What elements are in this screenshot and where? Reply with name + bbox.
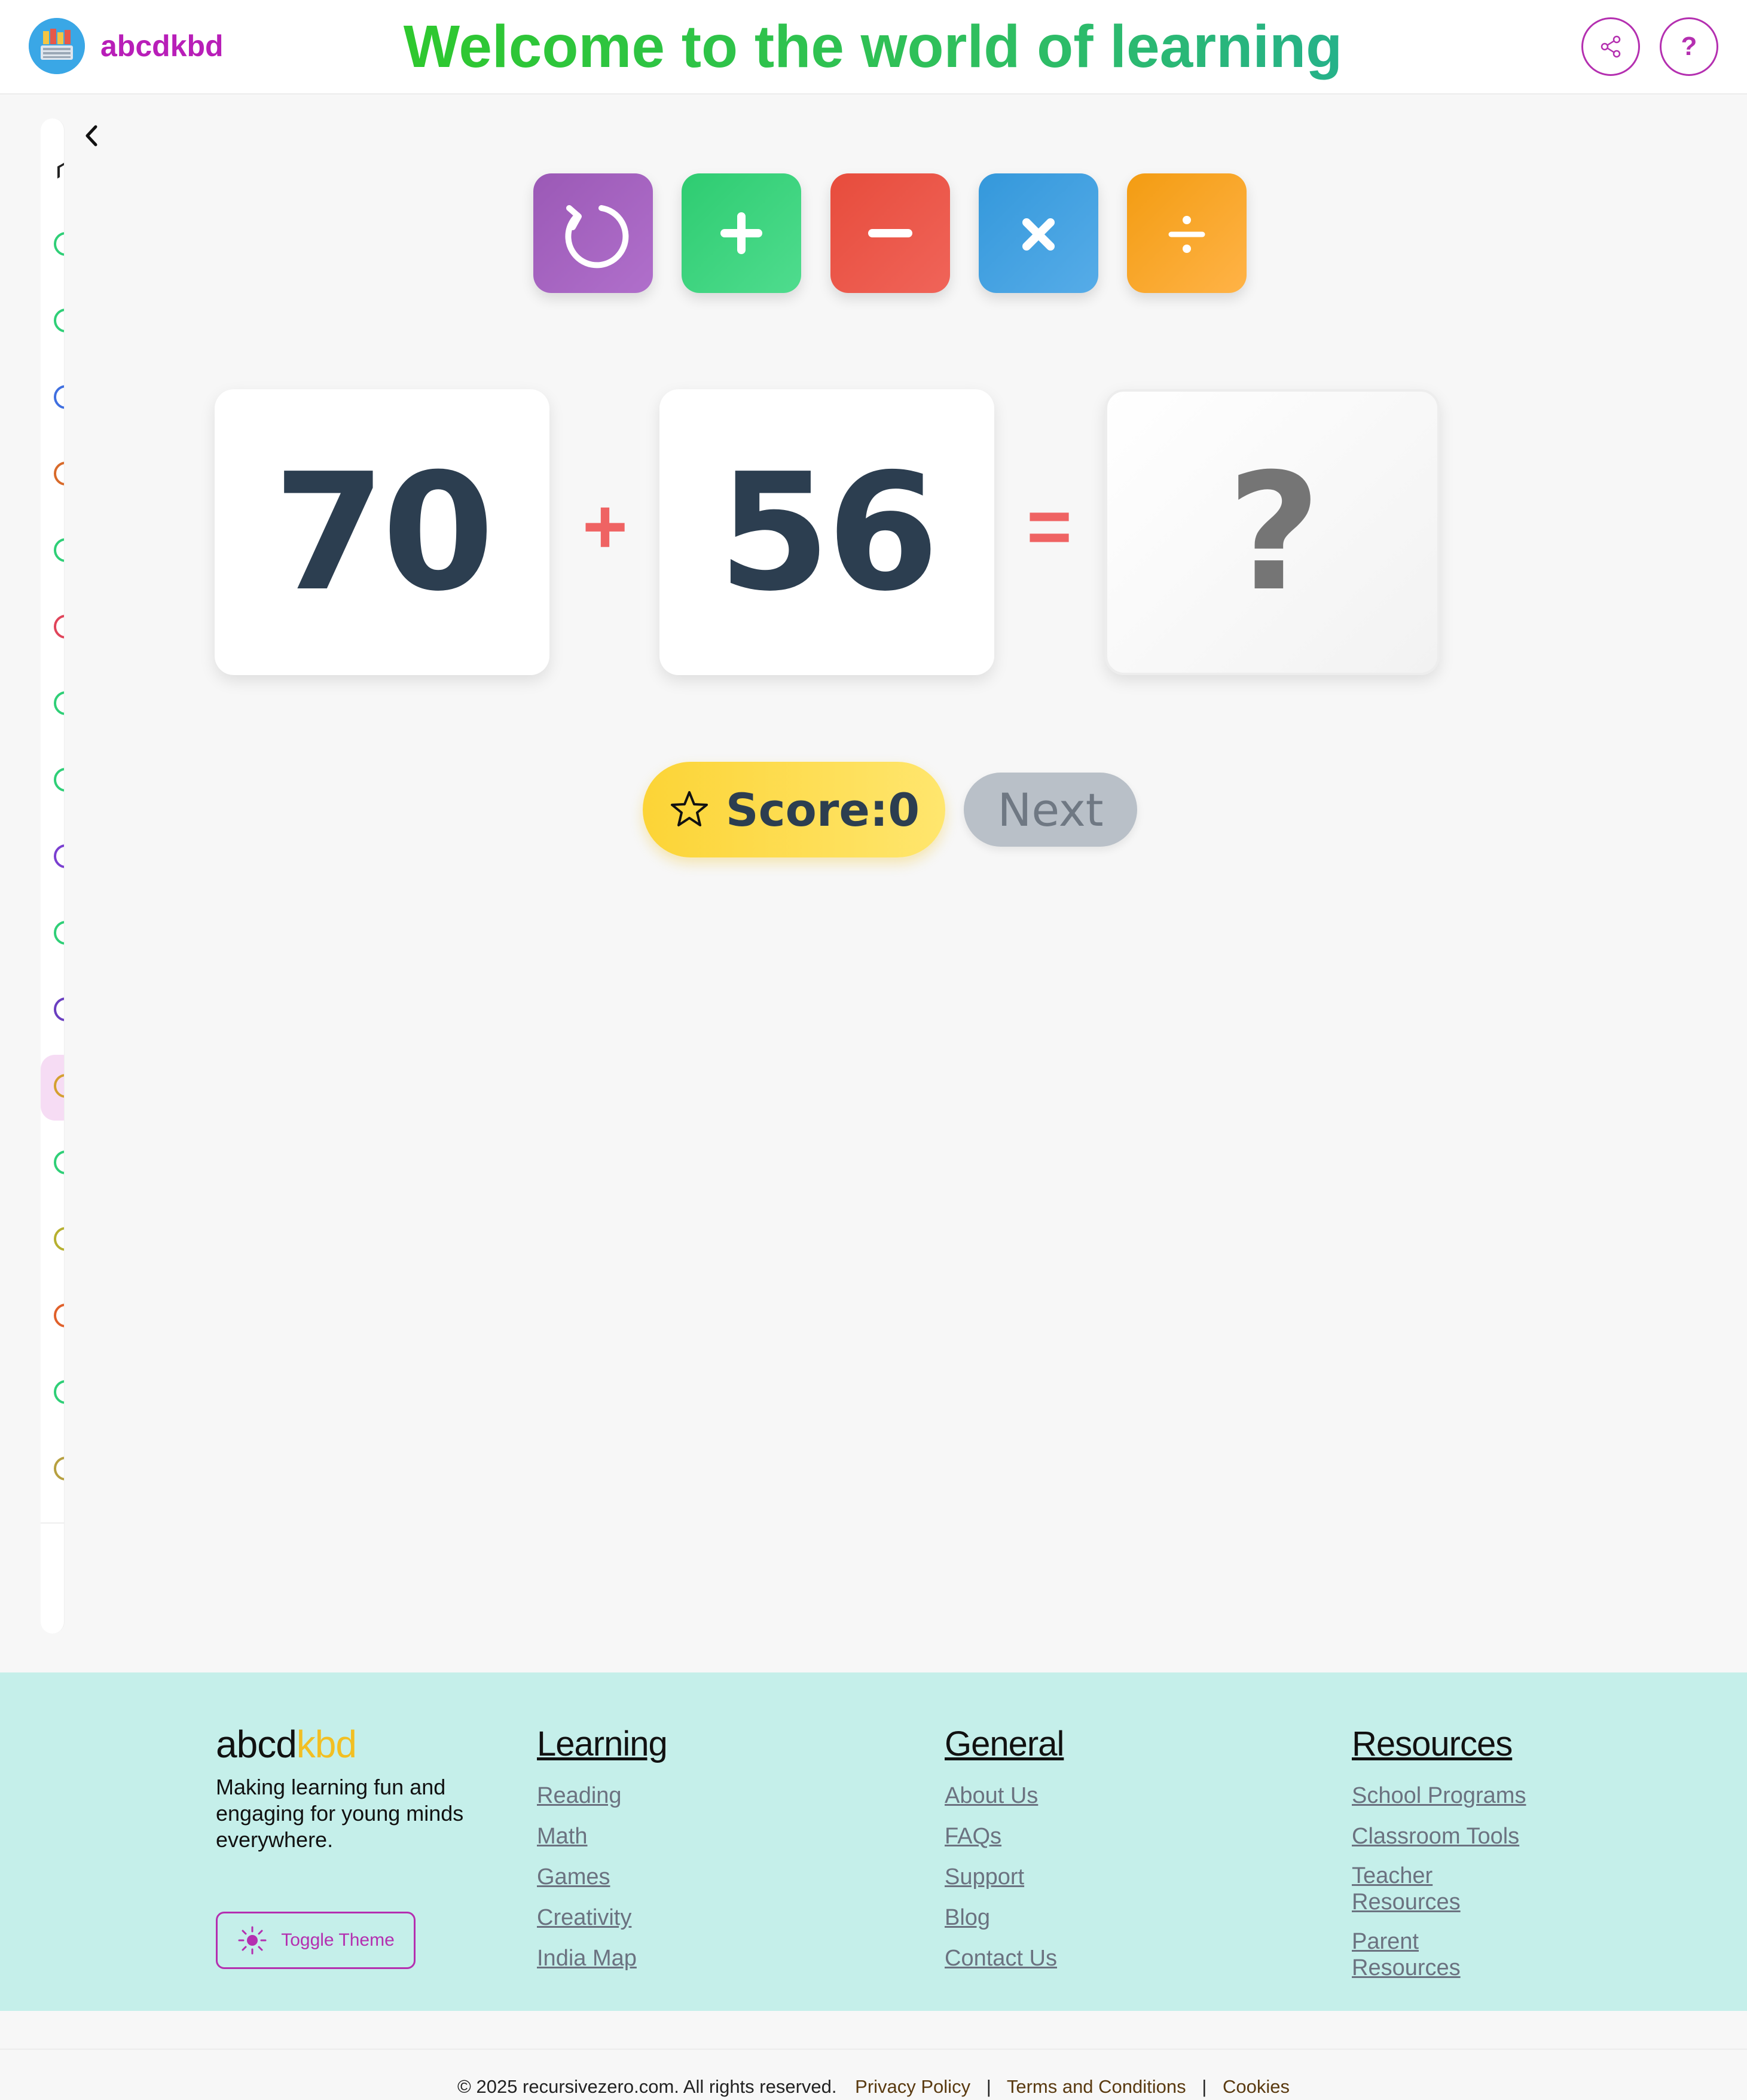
plus-icon bbox=[720, 212, 762, 254]
star-icon bbox=[670, 791, 708, 826]
footer-column-resources: Resources School Programs Classroom Tool… bbox=[1352, 1720, 1555, 1981]
sidebar-item-icon[interactable] bbox=[54, 1457, 64, 1481]
footer-link-school-programs[interactable]: School Programs bbox=[1352, 1782, 1555, 1809]
sidebar-item-icon[interactable] bbox=[54, 921, 64, 945]
home-icon[interactable] bbox=[57, 161, 64, 179]
reset-icon bbox=[565, 205, 629, 268]
sidebar-item-icon[interactable] bbox=[54, 1150, 64, 1174]
footer-link-creativity[interactable]: Creativity bbox=[537, 1904, 667, 1931]
toggle-theme-label: Toggle Theme bbox=[281, 1930, 395, 1950]
share-icon bbox=[1601, 35, 1621, 58]
footer-brand: abcdkbd bbox=[216, 1720, 357, 1768]
sidebar-item-icon[interactable] bbox=[54, 1304, 64, 1327]
add-operation-button[interactable] bbox=[682, 173, 801, 293]
privacy-policy-link[interactable]: Privacy Policy bbox=[855, 2076, 970, 2097]
first-operand-card: 70 bbox=[215, 389, 549, 675]
sidebar-item-icon[interactable] bbox=[54, 309, 64, 332]
footer-tagline: Making learning fun and engaging for you… bbox=[216, 1775, 464, 1852]
footer-link-blog[interactable]: Blog bbox=[945, 1904, 1064, 1931]
second-operand-card: 56 bbox=[659, 389, 994, 675]
sidebar-item-icon[interactable] bbox=[54, 232, 64, 256]
equals-sign: = bbox=[1027, 483, 1072, 570]
sidebar-item-icon[interactable] bbox=[54, 538, 64, 562]
operator-sign: + bbox=[582, 483, 628, 570]
share-button[interactable] bbox=[1581, 17, 1640, 76]
sidebar-item-icon[interactable] bbox=[54, 997, 64, 1021]
footer-heading-resources[interactable]: Resources bbox=[1352, 1720, 1555, 1768]
footer-brand-accent: kbd bbox=[296, 1723, 357, 1766]
sidebar-item-icon[interactable] bbox=[54, 385, 64, 409]
bottom-divider bbox=[0, 2049, 1747, 2050]
sidebar-item-icon[interactable] bbox=[54, 1227, 64, 1251]
footer-link-reading[interactable]: Reading bbox=[537, 1782, 667, 1809]
score-text: Score:0 bbox=[725, 783, 920, 837]
sidebar-item-icon[interactable] bbox=[54, 462, 64, 486]
footer: abcdkbd Making learning fun and engaging… bbox=[0, 1672, 1747, 2011]
footer-link-parent-resources[interactable]: Parent Resources bbox=[1352, 1928, 1483, 1981]
next-button[interactable]: Next bbox=[964, 773, 1137, 847]
footer-brand-main: abcd bbox=[216, 1723, 297, 1766]
sidebar-divider bbox=[41, 1522, 64, 1524]
footer-heading-learning[interactable]: Learning bbox=[537, 1720, 668, 1768]
footer-link-support[interactable]: Support bbox=[945, 1864, 1064, 1890]
sidebar-item-icon[interactable] bbox=[54, 615, 64, 639]
footer-link-about-us[interactable]: About Us bbox=[945, 1782, 1064, 1809]
separator: | bbox=[1202, 2076, 1207, 2097]
minus-icon bbox=[868, 229, 912, 237]
toggle-theme-button[interactable]: Toggle Theme bbox=[216, 1912, 416, 1969]
terms-link[interactable]: Terms and Conditions bbox=[1007, 2076, 1186, 2097]
page-title: Welcome to the world of learning bbox=[359, 11, 1387, 83]
sidebar-item-icon[interactable] bbox=[54, 768, 64, 792]
divide-icon bbox=[1168, 216, 1205, 253]
logo-icon[interactable] bbox=[29, 18, 85, 74]
footer-link-games[interactable]: Games bbox=[537, 1864, 667, 1890]
reset-button[interactable] bbox=[533, 173, 653, 293]
brand-name[interactable]: abcdkbd bbox=[100, 26, 224, 66]
footer-link-math[interactable]: Math bbox=[537, 1823, 667, 1849]
footer-link-teacher-resources[interactable]: Teacher Resources bbox=[1352, 1863, 1483, 1915]
help-button[interactable]: ? bbox=[1660, 17, 1718, 76]
cookies-link[interactable]: Cookies bbox=[1223, 2076, 1290, 2097]
separator: | bbox=[986, 2076, 991, 2097]
footer-link-contact-us[interactable]: Contact Us bbox=[945, 1945, 1064, 1971]
collapse-sidebar-button[interactable] bbox=[80, 122, 103, 149]
chevron-left-icon bbox=[85, 125, 97, 146]
footer-link-india-map[interactable]: India Map bbox=[537, 1945, 667, 1971]
footer-heading-general[interactable]: General bbox=[945, 1720, 1064, 1768]
footer-link-classroom-tools[interactable]: Classroom Tools bbox=[1352, 1823, 1555, 1849]
copyright-bar: © 2025 recursivezero.com. All rights res… bbox=[0, 2075, 1747, 2099]
sidebar-item-icon[interactable] bbox=[54, 691, 64, 715]
sidebar bbox=[41, 118, 65, 1634]
sun-icon bbox=[238, 1926, 267, 1955]
sidebar-item-icon[interactable] bbox=[54, 1380, 64, 1404]
footer-column-general: General About Us FAQs Support Blog Conta… bbox=[945, 1720, 1064, 1971]
score-badge: Score:0 bbox=[643, 762, 945, 857]
answer-card[interactable]: ? bbox=[1105, 389, 1440, 675]
copyright-text: © 2025 recursivezero.com. All rights res… bbox=[457, 2076, 837, 2097]
multiply-operation-button[interactable] bbox=[979, 173, 1098, 293]
subtract-operation-button[interactable] bbox=[830, 173, 950, 293]
times-icon bbox=[1022, 218, 1055, 251]
footer-column-learning: Learning Reading Math Games Creativity I… bbox=[537, 1720, 668, 1971]
divide-operation-button[interactable] bbox=[1127, 173, 1247, 293]
sidebar-item-icon[interactable] bbox=[54, 844, 64, 868]
footer-link-faqs[interactable]: FAQs bbox=[945, 1823, 1064, 1849]
top-header: abcdkbd Welcome to the world of learning… bbox=[0, 0, 1747, 94]
